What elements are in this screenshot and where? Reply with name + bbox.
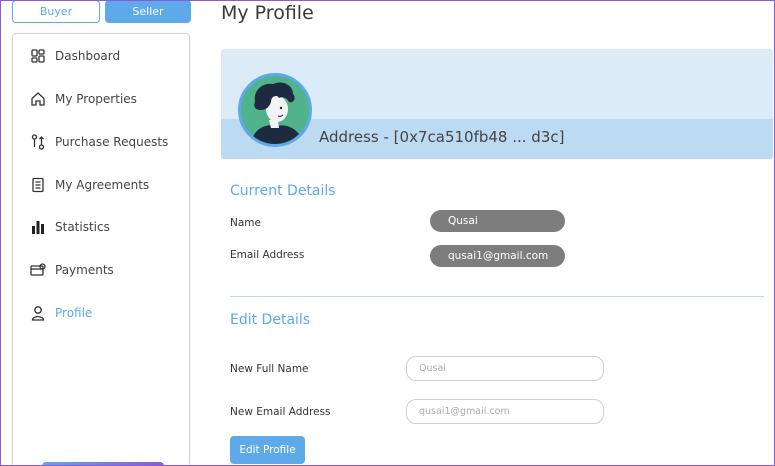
sidebar-item-purchase-requests[interactable]: Purchase Requests bbox=[13, 127, 189, 157]
email-label: Email Address bbox=[230, 249, 305, 261]
edit-details-title: Edit Details bbox=[230, 312, 311, 328]
sidebar-item-dashboard[interactable]: Dashboard bbox=[13, 41, 189, 71]
sidebar-item-statistics[interactable]: Statistics bbox=[13, 212, 189, 242]
wallet-address: Address - [0x7ca510fb48 ... d3c] bbox=[319, 128, 565, 146]
sidebar-item-my-properties[interactable]: My Properties bbox=[13, 84, 189, 114]
sidebar-item-label: Purchase Requests bbox=[55, 135, 169, 149]
payment-icon bbox=[30, 262, 46, 278]
current-details-title: Current Details bbox=[230, 183, 336, 199]
sidebar-item-label: My Properties bbox=[55, 92, 137, 106]
document-icon bbox=[30, 177, 46, 193]
page-title: My Profile bbox=[221, 2, 314, 24]
user-icon bbox=[30, 305, 46, 321]
home-icon bbox=[30, 91, 46, 107]
sidebar-item-label: My Agreements bbox=[55, 178, 150, 192]
transfer-icon bbox=[30, 134, 46, 150]
avatar bbox=[238, 73, 312, 147]
sidebar-item-payments[interactable]: Payments bbox=[13, 255, 189, 285]
bar-chart-icon bbox=[30, 219, 46, 235]
name-label: Name bbox=[230, 217, 261, 229]
dashboard-icon bbox=[30, 48, 46, 64]
new-email-input[interactable] bbox=[406, 399, 604, 424]
new-full-name-input[interactable] bbox=[406, 356, 604, 381]
buyer-role-button[interactable]: Buyer bbox=[12, 1, 100, 23]
sidebar-item-label: Payments bbox=[55, 263, 114, 277]
section-divider bbox=[230, 296, 764, 297]
sidebar-item-profile[interactable]: Profile bbox=[13, 298, 189, 328]
sidebar: Dashboard My Properties Purchase Request… bbox=[12, 33, 190, 465]
sidebar-item-label: Dashboard bbox=[55, 49, 121, 63]
edit-profile-button[interactable]: Edit Profile bbox=[230, 436, 305, 464]
seller-role-button[interactable]: Seller bbox=[105, 1, 191, 23]
name-value-pill: Qusai bbox=[430, 210, 565, 232]
new-full-name-label: New Full Name bbox=[230, 363, 309, 375]
sidebar-item-my-agreements[interactable]: My Agreements bbox=[13, 170, 189, 200]
sidebar-item-label: Profile bbox=[55, 306, 93, 320]
email-value-pill: qusai1@gmail.com bbox=[430, 245, 565, 267]
new-email-label: New Email Address bbox=[230, 406, 331, 418]
sidebar-item-label: Statistics bbox=[55, 220, 110, 234]
profile-banner: Address - [0x7ca510fb48 ... d3c] bbox=[221, 49, 773, 159]
logout-button[interactable] bbox=[42, 462, 164, 465]
app-frame: Buyer Seller Dashboard My Properties Pur… bbox=[0, 0, 775, 466]
role-toggle: Buyer Seller bbox=[12, 1, 191, 24]
